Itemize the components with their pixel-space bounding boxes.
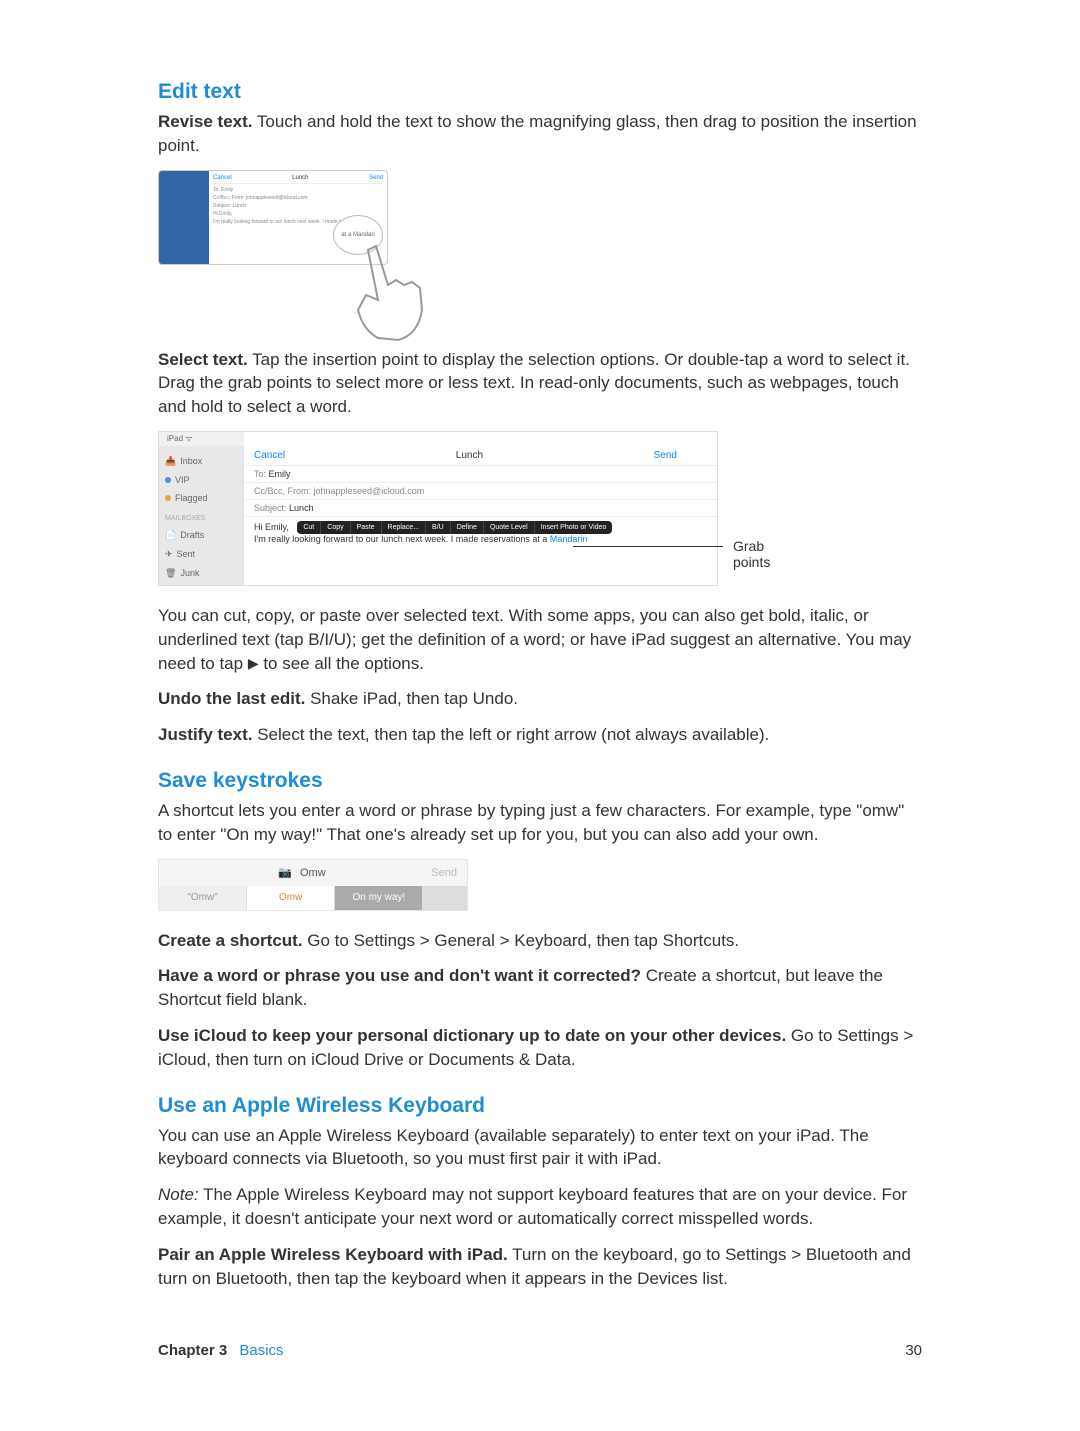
heading-wireless-keyboard: Use an Apple Wireless Keyboard <box>158 1094 922 1118</box>
para-icloud: Use iCloud to keep your personal diction… <box>158 1024 922 1072</box>
dot-icon <box>165 495 171 501</box>
compose-pane: Cancel Lunch Send To: Emily Cc/Bcc, From… <box>244 432 717 585</box>
inbox-icon: 📥 <box>165 456 176 467</box>
bold-select: Select text. <box>158 350 248 369</box>
chapter-label: Chapter 3 <box>158 1342 227 1359</box>
note-body: The Apple Wireless Keyboard may not supp… <box>158 1185 907 1228</box>
kb-send: Send <box>421 867 467 879</box>
drafts-icon: 📄 <box>165 530 176 541</box>
junk-icon: 🗑 <box>165 568 176 579</box>
sidebar-flagged: Flagged <box>159 489 243 507</box>
para-options: You can cut, copy, or paste over selecte… <box>158 604 922 675</box>
mini-to: To: Emily <box>213 187 383 193</box>
menu-cut: Cut <box>297 521 321 534</box>
menu-biu: B/U <box>426 521 451 534</box>
context-menu: Cut Copy Paste Replace... B/U Define Quo… <box>297 521 612 534</box>
bold-create: Create a shortcut. <box>158 931 303 950</box>
mini-cancel: Cancel <box>213 175 232 181</box>
compose-cancel: Cancel <box>254 450 285 461</box>
sidebar-sent: ✈Sent <box>159 545 243 564</box>
compose-to: To: Emily <box>244 466 717 483</box>
suggestion-3: On my way! <box>335 886 423 910</box>
callout-line <box>573 546 723 547</box>
sidebar-inbox: 📥Inbox <box>159 452 243 471</box>
para-create-shortcut: Create a shortcut. Go to Settings > Gene… <box>158 929 922 953</box>
mini-sidebar <box>159 171 209 264</box>
menu-copy: Copy <box>321 521 350 534</box>
para-wk-note: Note: The Apple Wireless Keyboard may no… <box>158 1183 922 1231</box>
text-revise: Touch and hold the text to show the magn… <box>158 112 917 155</box>
sidebar-vip: VIP <box>159 471 243 489</box>
mini-send: Send <box>369 175 383 181</box>
sidebar-junk: 🗑Junk <box>159 564 243 583</box>
text-select: Tap the insertion point to display the s… <box>158 350 910 417</box>
figure-magnifying-glass: Cancel Lunch Send To: Emily Cc/Bcc, From… <box>158 170 513 330</box>
bold-pair: Pair an Apple Wireless Keyboard with iPa… <box>158 1245 508 1264</box>
selected-word: Mandarin <box>550 534 588 544</box>
para-have-phrase: Have a word or phrase you use and don't … <box>158 964 922 1012</box>
text-justify: Select the text, then tap the left or ri… <box>252 725 769 744</box>
compose-ccbcc: Cc/Bcc, From: johnappleseed@icloud.com <box>244 483 717 500</box>
mail-sidebar: 📥Inbox VIP Flagged MAILBOXES 📄Drafts ✈Se… <box>159 432 244 585</box>
hand-illustration <box>338 240 458 350</box>
camera-icon: 📷 <box>274 866 296 879</box>
para-sk-intro: A shortcut lets you enter a word or phra… <box>158 799 922 847</box>
para-select: Select text. Tap the insertion point to … <box>158 348 922 419</box>
text-create: Go to Settings > General > Keyboard, the… <box>303 931 740 950</box>
suggestion-4-empty <box>423 886 467 910</box>
sent-icon: ✈ <box>165 549 173 560</box>
compose-title: Lunch <box>456 450 483 461</box>
menu-define: Define <box>451 521 484 534</box>
menu-insert: Insert Photo or Video <box>535 521 613 534</box>
mini-subject: Subject: Lunch <box>213 203 383 209</box>
bold-icloud: Use iCloud to keep your personal diction… <box>158 1026 786 1045</box>
menu-quote: Quote Level <box>484 521 535 534</box>
compose-hi: Hi Emily, <box>254 522 289 532</box>
mini-ccbcc: Cc/Bcc, From: johnappleseed@icloud.com <box>213 195 383 201</box>
compose-subject: Subject: Lunch <box>244 500 717 517</box>
para-wk-pair: Pair an Apple Wireless Keyboard with iPa… <box>158 1243 922 1291</box>
bold-revise: Revise text. <box>158 112 253 131</box>
chapter-name: Basics <box>239 1342 283 1359</box>
ipad-screenshot: iPad ᯤ 9:41 AM 51% ▮ 📥Inbox VIP Flagged … <box>158 431 718 586</box>
sidebar-drafts: 📄Drafts <box>159 526 243 545</box>
bold-have: Have a word or phrase you use and don't … <box>158 966 641 985</box>
suggestion-2: Omw <box>247 886 335 910</box>
sidebar-mailboxes-hdr: MAILBOXES <box>159 511 243 526</box>
heading-edit-text: Edit text <box>158 80 922 104</box>
triangle-right-icon: ▶ <box>248 654 259 674</box>
heading-save-keystrokes: Save keystrokes <box>158 769 922 793</box>
status-left: iPad ᯤ <box>167 433 193 444</box>
typed-text: Omw <box>296 867 421 879</box>
bold-justify: Justify text. <box>158 725 252 744</box>
bold-undo: Undo the last edit. <box>158 689 305 708</box>
callout-grab-points: Grab points <box>733 538 770 570</box>
mini-title: Lunch <box>292 175 308 181</box>
compose-body-pre: I'm really looking forward to our lunch … <box>254 534 550 544</box>
para-undo: Undo the last edit. Shake iPad, then tap… <box>158 687 922 711</box>
para-justify: Justify text. Select the text, then tap … <box>158 723 922 747</box>
suggestion-1: "Omw" <box>159 886 247 910</box>
text-options-b: to see all the options. <box>259 654 424 673</box>
page-footer: Chapter 3 Basics 30 <box>158 1342 922 1359</box>
page-number: 30 <box>905 1342 922 1359</box>
menu-paste: Paste <box>351 521 382 534</box>
figure-context-menu: iPad ᯤ 9:41 AM 51% ▮ 📥Inbox VIP Flagged … <box>158 431 718 586</box>
note-label: Note: <box>158 1185 199 1204</box>
figure-keyboard-suggestion: 📷 Omw Send "Omw" Omw On my way! <box>158 859 468 911</box>
dot-icon <box>165 477 171 483</box>
menu-replace: Replace... <box>382 521 427 534</box>
compose-send: Send <box>654 450 677 461</box>
text-undo: Shake iPad, then tap Undo. <box>305 689 518 708</box>
para-wk-intro: You can use an Apple Wireless Keyboard (… <box>158 1124 922 1172</box>
compose-body: Hi Emily, Cut Copy Paste Replace... B/U … <box>244 517 717 548</box>
para-revise: Revise text. Touch and hold the text to … <box>158 110 922 158</box>
